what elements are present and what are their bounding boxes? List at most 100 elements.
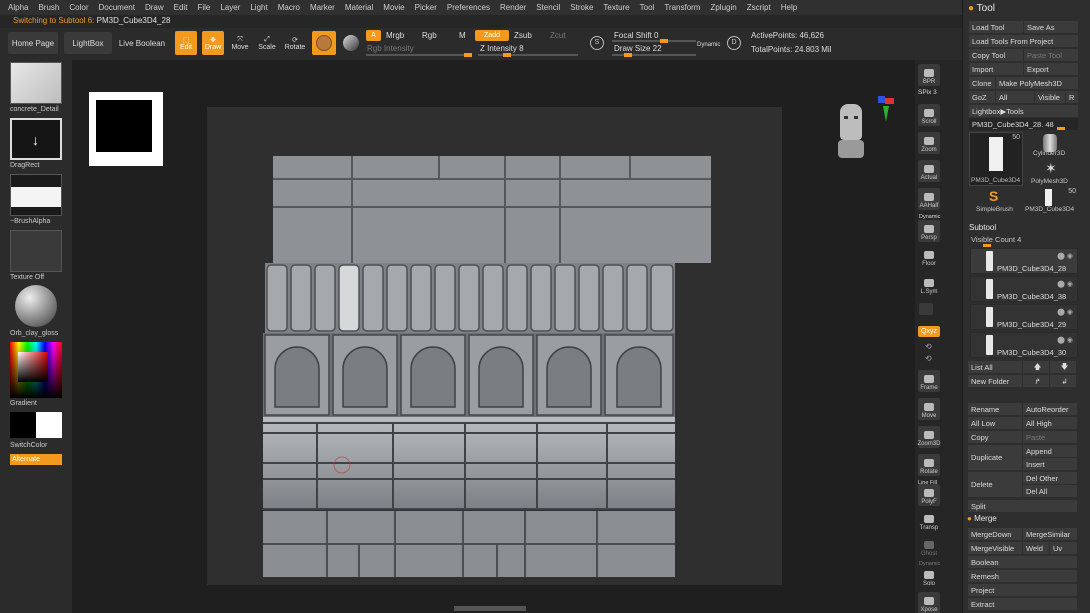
tool-thumb-polymesh[interactable]: ✶ PolyMesh3D xyxy=(1025,160,1078,188)
load-tool-button[interactable]: Load Tool xyxy=(969,21,1023,33)
import-button[interactable]: Import xyxy=(969,63,1023,75)
rotate-button[interactable]: ⟳ Rotate xyxy=(283,31,307,55)
material-thumbnail[interactable] xyxy=(10,62,62,104)
z-intensity-track[interactable] xyxy=(478,53,578,57)
mrgb-toggle[interactable]: Mrgb xyxy=(386,31,404,40)
move-view-button[interactable]: Move xyxy=(918,398,940,420)
draw-size-slider[interactable]: Draw Size 22 xyxy=(614,44,662,53)
menu-edit[interactable]: Edit xyxy=(174,3,188,12)
split-header[interactable]: Split xyxy=(968,500,1077,512)
project-header[interactable]: Project xyxy=(968,584,1077,596)
zsub-toggle[interactable]: Zsub xyxy=(514,31,532,40)
copy-button[interactable]: Copy xyxy=(968,431,1022,443)
primary-color-swatch[interactable] xyxy=(10,412,36,438)
list-all-button[interactable]: List All xyxy=(968,361,1022,373)
focal-shift-knob[interactable] xyxy=(660,39,668,43)
move-to-folder-button[interactable]: ↱ xyxy=(1023,375,1049,387)
menu-document[interactable]: Document xyxy=(99,3,135,12)
rgb-intensity-slider[interactable]: Rgb Intensity xyxy=(367,44,414,53)
load-tools-from-project-button[interactable]: Load Tools From Project xyxy=(969,35,1078,47)
menu-transform[interactable]: Transform xyxy=(664,3,700,12)
subtool-row[interactable]: ⬤ ◉ PM3D_Cube3D4_30 xyxy=(970,332,1078,358)
menu-render[interactable]: Render xyxy=(500,3,526,12)
rotate-view-button[interactable]: Rotate xyxy=(918,454,940,476)
alternate-button[interactable]: Alternate xyxy=(10,454,62,465)
zcut-toggle[interactable]: Zcut xyxy=(550,31,566,40)
subtool-eye-icon[interactable]: ⬤ ◉ xyxy=(1057,280,1073,288)
goz-r-button[interactable]: R xyxy=(1066,91,1078,103)
dynamesh-icon[interactable]: D xyxy=(727,36,741,50)
all-low-button[interactable]: All Low xyxy=(968,417,1022,429)
insert-button[interactable]: Insert xyxy=(1023,458,1077,470)
delete-button[interactable]: Delete xyxy=(968,472,1022,497)
focal-shift-track[interactable] xyxy=(612,39,696,43)
aahalf-button[interactable]: AAHalf xyxy=(918,188,940,210)
merge-header[interactable]: ● Merge xyxy=(967,514,997,523)
home-page-button[interactable]: Home Page xyxy=(8,32,58,54)
alpha-thumbnail[interactable] xyxy=(10,174,62,216)
rgb-intensity-knob[interactable] xyxy=(464,53,472,57)
goz-visible-button[interactable]: Visible xyxy=(1035,91,1065,103)
transp-button[interactable]: Transp xyxy=(918,510,940,532)
actual-button[interactable]: Actual xyxy=(918,160,940,182)
z-intensity-slider[interactable]: Z Intensity 8 xyxy=(480,44,524,53)
menu-texture[interactable]: Texture xyxy=(603,3,629,12)
save-as-button[interactable]: Save As xyxy=(1024,21,1078,33)
copy-tool-button[interactable]: Copy Tool xyxy=(969,49,1023,61)
persp-button[interactable]: Persp xyxy=(918,220,940,242)
lightbox-button[interactable]: LightBox xyxy=(64,32,112,54)
draw-size-knob[interactable] xyxy=(624,53,632,57)
document-canvas[interactable] xyxy=(207,107,782,585)
del-all-button[interactable]: Del All xyxy=(1023,485,1077,497)
mergedown-button[interactable]: MergeDown xyxy=(968,528,1022,540)
subtool-eye-icon[interactable]: ⬤ ◉ xyxy=(1057,252,1073,260)
tool-thumb-pm3d-2[interactable]: 50 PM3D_Cube3D4 xyxy=(1025,188,1078,214)
append-button[interactable]: Append xyxy=(1023,445,1077,457)
frame-button[interactable]: Frame xyxy=(918,370,940,392)
bottom-tray-handle[interactable] xyxy=(454,606,526,611)
subtool-eye-icon[interactable]: ⬤ ◉ xyxy=(1057,336,1073,344)
tool-thumb-cylinder[interactable]: Cylinder3D xyxy=(1025,132,1078,160)
mergesimilar-button[interactable]: MergeSimilar xyxy=(1023,528,1077,540)
move-up-button[interactable]: 🡅 xyxy=(1023,361,1049,373)
remesh-header[interactable]: Remesh xyxy=(968,570,1077,582)
move-out-folder-button[interactable]: ↲ xyxy=(1050,375,1076,387)
live-boolean-button[interactable]: Live Boolean xyxy=(116,32,168,54)
m-toggle[interactable]: M xyxy=(459,31,466,40)
mergevisible-button[interactable]: MergeVisible xyxy=(968,542,1022,554)
subtool-eye-icon[interactable]: ⬤ ◉ xyxy=(1057,308,1073,316)
menu-material[interactable]: Material xyxy=(345,3,373,12)
goz-all-button[interactable]: All xyxy=(996,91,1034,103)
menu-zplugin[interactable]: Zplugin xyxy=(710,3,736,12)
menu-tool[interactable]: Tool xyxy=(640,3,655,12)
move-button[interactable]: ⤧ Move xyxy=(229,31,251,55)
lightbox-tools-button[interactable]: Lightbox▶Tools xyxy=(969,105,1078,117)
visible-count-slider[interactable]: Visible Count 4 xyxy=(971,235,1021,244)
a-toggle[interactable]: A xyxy=(366,30,381,41)
texture-thumbnail[interactable] xyxy=(10,230,62,272)
xpose-button[interactable]: Xpose xyxy=(918,592,940,613)
tool-thumb-simplebrush[interactable]: S SimpleBrush xyxy=(969,188,1023,214)
sdiv-icon[interactable]: S xyxy=(590,36,604,50)
rotate-x-icon[interactable]: ⟲ xyxy=(925,342,932,351)
color-picker[interactable] xyxy=(10,342,62,398)
edit-button[interactable]: ⬚ Edit xyxy=(175,31,197,55)
new-folder-button[interactable]: New Folder xyxy=(968,375,1022,387)
menu-file[interactable]: File xyxy=(197,3,210,12)
scroll-button[interactable]: Scroll xyxy=(918,104,940,126)
goz-button[interactable]: GoZ xyxy=(969,91,995,103)
color-square[interactable] xyxy=(18,352,48,382)
zoom3d-button[interactable]: Zoom3D xyxy=(918,426,941,448)
subtool-row[interactable]: ⬤ ◉ PM3D_Cube3D4_29 xyxy=(970,304,1078,330)
draw-size-track[interactable] xyxy=(612,53,696,57)
autoreorder-button[interactable]: AutoReorder xyxy=(1023,403,1077,415)
z-intensity-knob[interactable] xyxy=(503,53,511,57)
paste-button[interactable]: Paste xyxy=(1023,431,1077,443)
menu-zscript[interactable]: Zscript xyxy=(747,3,771,12)
focal-shift-slider[interactable]: Focal Shift 0 xyxy=(614,31,658,40)
stroke-thumbnail[interactable]: ↓ xyxy=(10,118,62,160)
subtool-row[interactable]: ⬤ ◉ PM3D_Cube3D4_38 xyxy=(970,276,1078,302)
uv-toggle[interactable]: Uv xyxy=(1050,542,1077,554)
menu-brush[interactable]: Brush xyxy=(38,3,59,12)
menu-help[interactable]: Help xyxy=(781,3,797,12)
